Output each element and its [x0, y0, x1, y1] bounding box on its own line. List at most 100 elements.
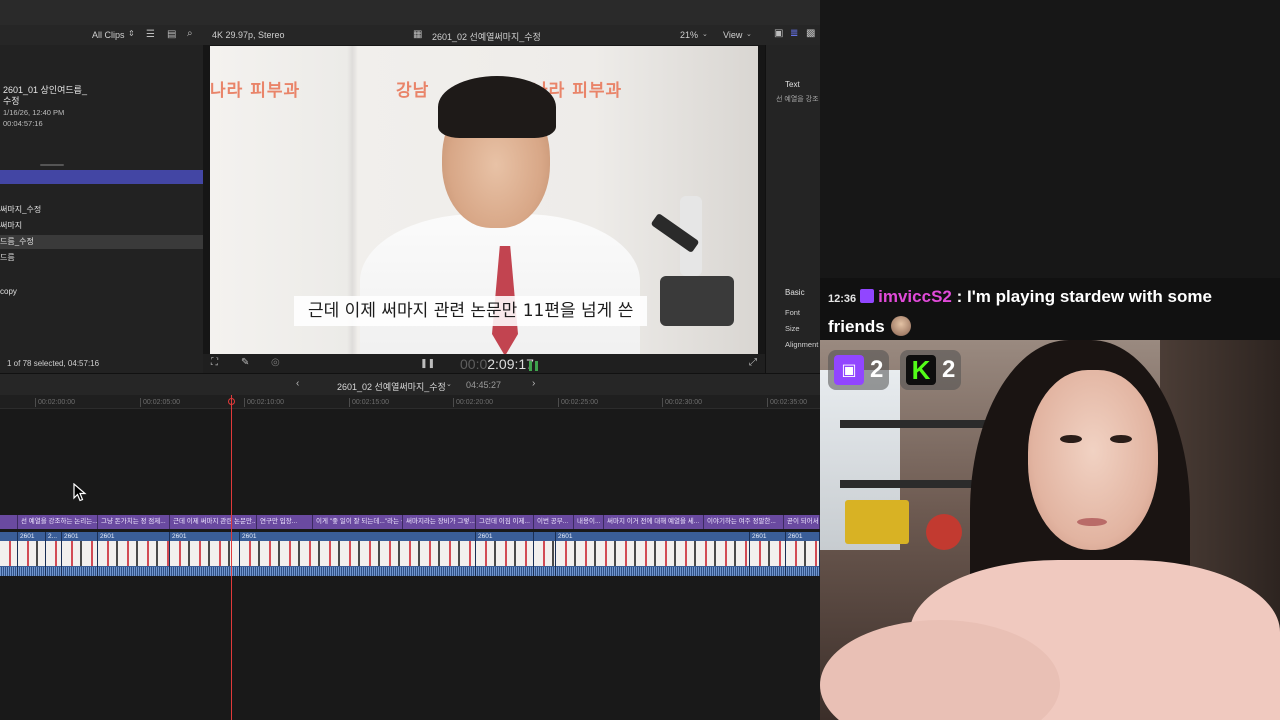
clip-thumbnails	[46, 541, 61, 566]
clip-label: 2601	[64, 533, 79, 540]
kick-viewer-count: 2	[942, 356, 956, 383]
clips-filter-dropdown[interactable]: All Clips	[92, 30, 125, 40]
chevron-down-icon[interactable]: ⌄	[746, 31, 752, 38]
chat-timestamp: 12:36	[828, 293, 857, 305]
filmstrip-icon[interactable]: ▤	[167, 30, 176, 40]
microscope-base	[660, 276, 734, 326]
webcam-feed: ▣ 2 K 2	[820, 340, 1280, 720]
video-clip[interactable]	[534, 532, 556, 576]
divider-grip[interactable]	[40, 164, 64, 166]
text-inspector-icon[interactable]: ≣	[790, 29, 798, 39]
kick-logo-icon: K	[906, 355, 936, 385]
inspector-alignment-label: Alignment	[785, 340, 819, 349]
zoom-level-dropdown[interactable]: 21%	[680, 30, 698, 40]
audio-meter-left	[529, 361, 532, 371]
title-clip[interactable]: 써마지 이거 전에 대해 예열을 세...	[604, 515, 704, 529]
film-inspector-icon[interactable]: ▩	[806, 29, 815, 39]
clip-thumbnails	[476, 541, 533, 566]
playhead-line[interactable]	[231, 395, 232, 720]
chevron-updown-icon[interactable]: ⇕	[128, 30, 135, 38]
mouse-cursor-icon	[73, 483, 87, 502]
video-clip[interactable]: 2...	[46, 532, 62, 576]
clip-label: 2601	[558, 533, 573, 540]
clip-thumbnails	[750, 541, 785, 566]
video-clip[interactable]: 2601	[18, 532, 46, 576]
clip-label: 2601	[788, 533, 803, 540]
timeline-project-name[interactable]: 2601_02 선예열써마지_수정	[337, 380, 446, 393]
title-clip[interactable]: 써마지라는 장비가 그렇...	[403, 515, 476, 529]
chevron-down-icon[interactable]: ⌄	[702, 31, 708, 38]
browser-row-highlighted[interactable]: 드름_수정	[0, 235, 203, 249]
title-clip[interactable]: 그냥 돈가치는 정 점제...	[98, 515, 170, 529]
format-info: 4K 29.97p, Stereo	[212, 30, 285, 40]
video-clip[interactable]: 2601	[750, 532, 786, 576]
video-clip[interactable]: 2601	[240, 532, 476, 576]
fullscreen-icon[interactable]: ⤢	[749, 358, 757, 368]
audio-waveform	[240, 567, 475, 576]
title-clip[interactable]	[0, 515, 18, 529]
title-clip[interactable]: 내용이...	[574, 515, 604, 529]
kick-viewer-badge: K 2	[900, 350, 962, 390]
editor-toolbar: All Clips ⇕ ☰ ▤ ⌕ 4K 29.97p, Stereo ▦ 26…	[0, 25, 820, 45]
transform-icon[interactable]: ⛶	[211, 358, 218, 368]
video-clip[interactable]: 2601	[786, 532, 820, 576]
timeline-tracks[interactable]: 선 예열을 강조하는 논리는... 그냥 돈가치는 정 점제... 근데 이제 …	[0, 409, 820, 720]
inspector-toggle-icon[interactable]: ▣	[774, 29, 783, 39]
title-clip[interactable]: 그런데 이짐 이제...	[476, 515, 534, 529]
video-subtitle: 근데 이제 써마지 관련 논문만 11편을 넘게 쓴	[294, 296, 648, 326]
video-clip[interactable]: 2601	[62, 532, 98, 576]
video-clip[interactable]: 2601	[98, 532, 170, 576]
title-clip[interactable]: 곧이 되어서	[784, 515, 820, 529]
inspector-text-preview[interactable]: 선 예열을 강조	[776, 94, 819, 104]
selected-clip-info[interactable]: 2601_01 상인여드름_ 수정 1/16/26, 12:40 PM 00:0…	[3, 85, 87, 129]
twitch-viewer-badge: ▣ 2	[828, 350, 890, 390]
room-shelf	[840, 420, 1000, 428]
clinic-sign-left: 나라 피부과	[210, 81, 301, 101]
title-clip[interactable]: 선 예열을 강조하는 논리는...	[18, 515, 98, 529]
title-clip[interactable]: 연구만 입장...	[257, 515, 313, 529]
video-clip[interactable]: 2601	[170, 532, 240, 576]
inspector-basic-section[interactable]: Basic	[785, 288, 805, 297]
streamer-lips	[1077, 518, 1107, 526]
twitch-viewer-count: 2	[870, 356, 884, 383]
video-clip[interactable]: 2601	[556, 532, 750, 576]
title-clip[interactable]: 이게 "좋 일이 잘 되는데..."라는 생각...	[313, 515, 403, 529]
inspector-text-tab[interactable]: Text	[785, 80, 800, 89]
timeline-ruler[interactable]: 00:02:00:00 00:02:05:00 00:02:10:00 00:0…	[0, 395, 820, 409]
clip-thumbnails	[556, 541, 749, 566]
audio-meter-right	[535, 361, 538, 371]
selected-row[interactable]	[0, 170, 203, 184]
playhead-handle[interactable]	[228, 398, 235, 405]
speed-icon[interactable]: ◎	[271, 358, 280, 368]
browser-row[interactable]: 써마지_수정	[0, 203, 203, 217]
forward-arrow-icon[interactable]: ›	[532, 379, 535, 389]
back-arrow-icon[interactable]: ‹	[296, 379, 299, 389]
title-clip[interactable]: 이번 공부...	[534, 515, 574, 529]
red-object	[926, 514, 962, 550]
clip-label: 2...	[48, 533, 58, 540]
title-clip[interactable]: 근데 이제 써마지 관련 논문만...	[170, 515, 257, 529]
streamer-eye	[1110, 435, 1132, 443]
video-clip[interactable]	[0, 532, 18, 576]
clip-duration: 00:04:57:16	[3, 119, 43, 128]
browser-panel: 2601_01 상인여드름_ 수정 1/16/26, 12:40 PM 00:0…	[0, 45, 203, 373]
face-emote-icon	[890, 316, 911, 336]
video-clip[interactable]: 2601	[476, 532, 534, 576]
clip-label: 2601	[242, 533, 257, 540]
clip-label: 2601	[100, 533, 115, 540]
browser-row[interactable]: 써마지	[0, 219, 203, 233]
browser-row[interactable]: copy	[0, 285, 203, 299]
pause-icon[interactable]: ❚❚	[420, 359, 435, 368]
clip-label: 2601	[752, 533, 767, 540]
video-frame[interactable]: 나라 피부과 강남 나라 피부과 근데 이제 써마지 관련 논문만 11편을 넘…	[210, 46, 758, 354]
chevron-down-icon[interactable]: ⌄	[446, 381, 452, 388]
list-view-icon[interactable]: ☰	[146, 30, 155, 40]
view-dropdown[interactable]: View	[723, 30, 742, 40]
clip-title-line1: 2601_01 상인여드름_	[3, 85, 87, 95]
search-icon[interactable]: ⌕	[187, 29, 193, 39]
clip-label: 2601	[20, 533, 35, 540]
title-track: 선 예열을 강조하는 논리는... 그냥 돈가치는 정 점제... 근데 이제 …	[0, 515, 820, 529]
title-clip[interactable]: 이야기하는 여주 정말한...	[704, 515, 784, 529]
enhance-icon[interactable]: ✎	[241, 358, 249, 368]
browser-row[interactable]: 드름	[0, 251, 203, 265]
